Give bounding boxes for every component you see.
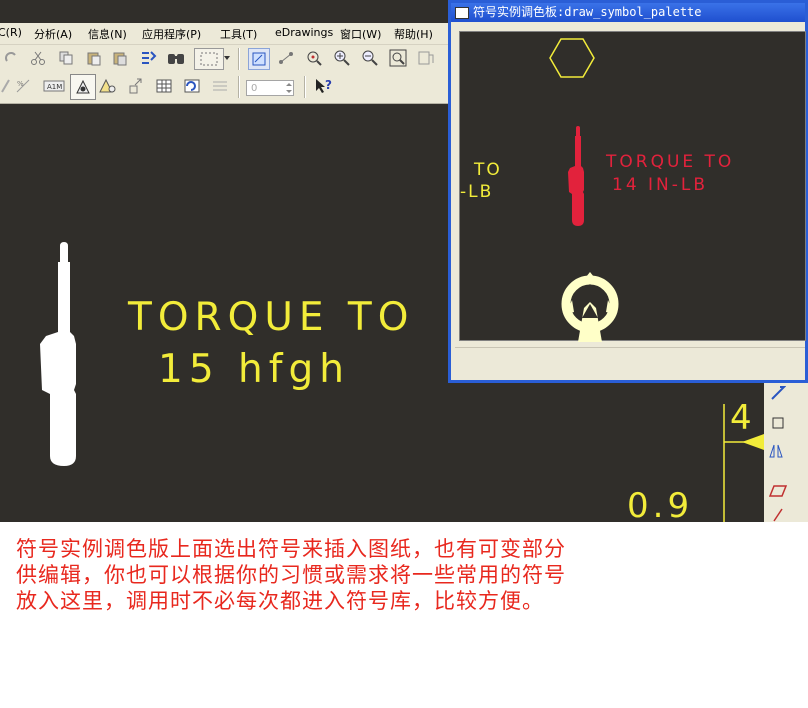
application-window: C(R) 分析(A) 信息(N) 应用程序(P) 工具(T) eDrawings… [0,0,808,522]
zoom-in-icon[interactable] [332,48,352,68]
symbol-text-line2: 15 hfgh [158,347,350,392]
spin-arrows-icon[interactable] [284,80,294,96]
orient-icon[interactable] [276,48,296,68]
torque-text-line2: 14 IN-LB [612,175,709,195]
copy-icon[interactable] [56,48,76,68]
find-icon[interactable] [166,48,186,68]
palette-title-bar[interactable]: 符号实例调色板:draw_symbol_palette [451,3,805,22]
view-manager-icon[interactable] [416,48,436,68]
note-tolerance-icon[interactable]: % [14,76,34,96]
symbol-instance-icon[interactable] [70,74,96,100]
toolbar-row-2: % A1M 0 ? [0,74,450,104]
svg-text:?: ? [325,78,332,92]
refit-icon[interactable] [304,48,324,68]
cut-icon[interactable] [28,48,48,68]
dimension-text-0-9: 0.9 [627,486,694,522]
window-icon [455,7,469,19]
paste-special-icon[interactable] [110,48,130,68]
update-table-icon[interactable] [182,76,202,96]
toolbar-separator [238,76,240,98]
svg-text:A1M: A1M [47,83,62,91]
repeat-region-icon[interactable] [210,76,230,96]
menu-item-r[interactable]: C(R) [0,26,22,39]
menu-item-tools[interactable]: 工具(T) [220,26,257,42]
caption-line-2: 供编辑，你也可以根据你的习惯或需求将一些常用的符号 [16,563,566,587]
screwdriver-symbol[interactable] [30,234,150,494]
repaint-icon[interactable] [248,48,270,70]
screwdriver-red-symbol[interactable] [560,124,600,234]
table-icon[interactable] [154,76,174,96]
hexagon-symbol[interactable] [548,36,598,80]
mirror-icon[interactable] [768,441,788,461]
caption-line-3: 放入这里，调用时不必每次都进入符号库，比较方便。 [16,589,544,613]
caption-line-1: 符号实例调色版上面选出符号来插入图纸，也有可变部分 [16,537,566,561]
move-icon[interactable] [126,76,146,96]
palette-title: 符号实例调色板:draw_symbol_palette [473,5,702,19]
toolbar-separator [238,48,240,70]
menu-item-window[interactable]: 窗口(W) [340,26,381,42]
chevron-down-icon[interactable] [222,48,232,68]
esd-symbol[interactable] [552,268,632,348]
menu-item-edrawings[interactable]: eDrawings [275,26,333,39]
toolbar-row-1 [0,48,450,76]
toolbar-separator [304,76,306,98]
menu-item-applications[interactable]: 应用程序(P) [142,26,201,42]
regenerate-icon[interactable] [138,48,158,68]
menu-item-info[interactable]: 信息(N) [88,26,127,42]
paste-icon[interactable] [84,48,104,68]
torque-text-line1: TORQUE TO [606,152,735,172]
partial-text-line2: -LB [460,182,494,202]
datum-icon[interactable]: A1M [42,76,66,96]
zoom-out-icon[interactable] [360,48,380,68]
draft-rectangle-icon[interactable] [768,413,788,433]
menu-item-analysis[interactable]: 分析(A) [34,26,72,42]
parallelogram-icon[interactable] [768,481,788,501]
palette-status-area [455,347,805,378]
menu-item-help[interactable]: 帮助(H) [394,26,433,42]
zoom-fit-icon[interactable] [388,48,408,68]
redo-icon[interactable] [2,48,22,68]
slash-icon[interactable] [768,505,788,522]
partial-text-line1: TO [474,160,502,180]
palette-canvas[interactable]: TO -LB TORQUE TO 14 IN-LB [459,31,806,342]
custom-symbol-icon[interactable] [98,76,118,96]
draft-line-icon[interactable] [768,383,788,403]
symbol-palette-window[interactable]: 符号实例调色板:draw_symbol_palette TO -LB TORQU… [448,0,808,383]
right-toolbar [764,383,808,522]
caption-text: 符号实例调色版上面选出符号来插入图纸，也有可变部分 供编辑，你也可以根据你的习惯… [16,536,796,614]
svg-text:%: % [17,80,24,88]
context-help-icon[interactable]: ? [314,76,334,96]
symbol-text-line1: TORQUE TO [128,295,415,340]
select-box-icon[interactable] [194,48,224,70]
